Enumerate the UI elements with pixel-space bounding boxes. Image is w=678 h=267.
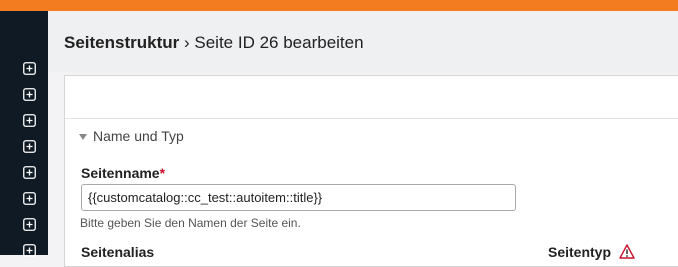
plus-square-icon[interactable] bbox=[23, 218, 36, 231]
top-accent-bar bbox=[0, 0, 678, 11]
plus-square-icon[interactable] bbox=[23, 192, 36, 205]
plus-square-icon[interactable] bbox=[23, 62, 36, 75]
plus-square-icon[interactable] bbox=[23, 166, 36, 179]
page-alias-label: Seitenalias bbox=[81, 244, 155, 260]
page-name-input[interactable] bbox=[81, 184, 516, 211]
fieldset-toggle-name-und-typ[interactable]: Name und Typ bbox=[79, 128, 184, 144]
page-name-label: Seitenname* bbox=[81, 165, 165, 181]
page-name-label-text: Seitenname bbox=[81, 165, 160, 181]
sidebar bbox=[0, 11, 48, 257]
plus-square-icon[interactable] bbox=[23, 114, 36, 127]
plus-square-icon[interactable] bbox=[23, 88, 36, 101]
page-name-hint: Bitte geben Sie den Namen der Seite ein. bbox=[80, 216, 301, 230]
breadcrumb-current: Seite ID 26 bearbeiten bbox=[194, 33, 364, 52]
plus-square-icon[interactable] bbox=[23, 244, 36, 257]
plus-square-icon[interactable] bbox=[23, 140, 36, 153]
page-type-label: Seitentyp bbox=[548, 244, 612, 260]
breadcrumb-separator: › bbox=[183, 33, 190, 52]
warning-icon bbox=[619, 244, 635, 259]
edit-form-panel: Name und Typ Seitenname* Bitte geben Sie… bbox=[64, 75, 678, 267]
fieldset-legend: Name und Typ bbox=[93, 128, 184, 144]
divider bbox=[65, 118, 678, 119]
collapse-triangle-icon bbox=[79, 133, 87, 140]
breadcrumb-section[interactable]: Seitenstruktur bbox=[64, 33, 179, 52]
breadcrumb: Seitenstruktur › Seite ID 26 bearbeiten bbox=[64, 33, 364, 53]
required-mark: * bbox=[159, 165, 166, 181]
page-header: Seitenstruktur › Seite ID 26 bearbeiten bbox=[48, 11, 678, 72]
